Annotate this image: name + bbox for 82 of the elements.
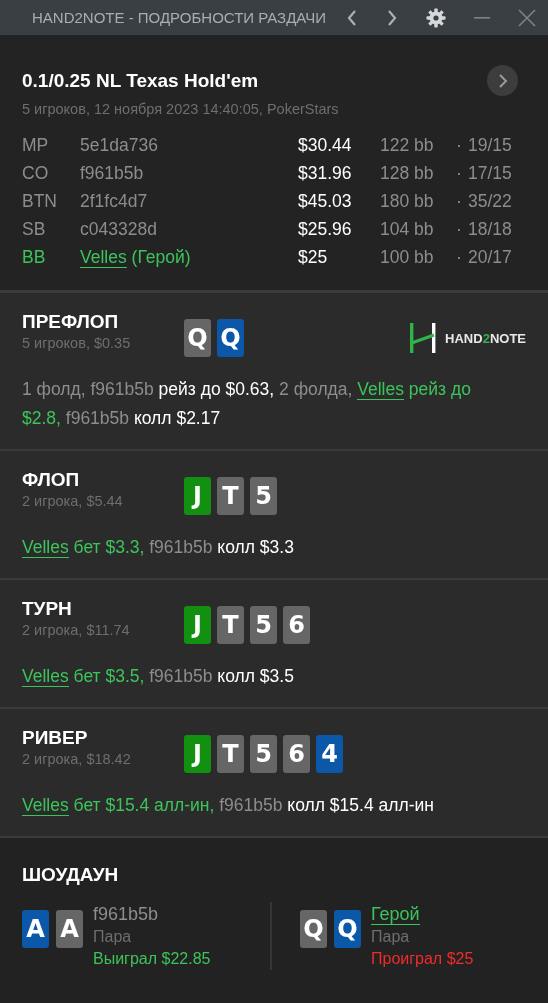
player-stats: 35/22: [468, 191, 513, 212]
player-stats: 18/18: [468, 219, 513, 240]
playing-card: 5: [250, 477, 277, 515]
next-hand-button[interactable]: [487, 65, 518, 96]
playing-card: 5: [250, 735, 277, 773]
player-link[interactable]: Герой: [371, 904, 420, 925]
player-link[interactable]: Velles: [22, 666, 69, 687]
street-title: РИВЕР: [22, 727, 89, 749]
playing-card: Q: [334, 910, 361, 948]
next-icon[interactable]: [386, 8, 398, 27]
separator-dot: ·: [455, 191, 463, 212]
window-title: HAND2NOTE - ПОДРОБНОСТИ РАЗДАЧИ: [32, 9, 326, 26]
player-position: BTN: [22, 191, 58, 212]
player-position: CO: [22, 163, 50, 184]
settings-icon[interactable]: [426, 7, 446, 28]
hand-combination: Пара: [93, 927, 133, 947]
player-position: SB: [22, 219, 47, 240]
playing-card: T: [217, 477, 244, 515]
stack-amount: $31.96: [298, 163, 353, 184]
player-link[interactable]: Velles: [357, 379, 404, 400]
player-stats: 19/15: [468, 135, 513, 156]
player-name: f961b5b: [93, 903, 160, 926]
stack-bb: 122 bb: [380, 135, 435, 156]
street-title: ТУРН: [22, 598, 73, 620]
separator-dot: ·: [455, 219, 463, 240]
stack-amount: $25.96: [298, 219, 353, 240]
player-position: BB: [22, 247, 47, 268]
street-info: 2 игрока, $11.74: [22, 622, 131, 638]
playing-card: 6: [283, 735, 310, 773]
player-name: f961b5b: [80, 163, 145, 184]
separator-dot: ·: [455, 135, 463, 156]
playing-card: 6: [283, 606, 310, 644]
stack-bb: 128 bb: [380, 163, 435, 184]
hand-result: Проиграл $25: [371, 949, 474, 969]
street-title: ФЛОП: [22, 469, 81, 491]
action-line: 1 фолд, f961b5b рейз до $0.63, 2 фолда, Velles рейз до $2.8, f961b5b колл $2.17: [22, 378, 472, 430]
action-line: Velles бет $3.3, f961b5b колл $3.3: [22, 536, 295, 560]
playing-card: J: [184, 477, 211, 515]
player-link[interactable]: Velles: [80, 247, 127, 268]
player-name: 5e1da736: [80, 135, 159, 156]
action-line: Velles бет $3.5, f961b5b колл $3.5: [22, 665, 295, 689]
hand-result: Выиграл $22.85: [93, 949, 211, 969]
player-name: Velles (Герой): [80, 247, 192, 268]
stack-bb: 100 bb: [380, 247, 435, 268]
street-info: 2 игрока, $18.42: [22, 751, 132, 767]
action-line: Velles бет $15.4 алл-ин, f961b5b колл $15.4 алл-ин: [22, 794, 435, 818]
separator-dot: ·: [455, 163, 463, 184]
playing-card: Q: [300, 910, 327, 948]
playing-card: A: [56, 910, 83, 948]
stack-bb: 180 bb: [380, 191, 435, 212]
playing-card: 4: [316, 735, 343, 773]
stack-amount: $25: [298, 247, 329, 268]
player-link[interactable]: Velles: [22, 537, 69, 558]
street-info: 5 игроков, $0.35: [22, 335, 132, 351]
playing-card: J: [184, 606, 211, 644]
close-icon[interactable]: [518, 8, 536, 27]
player-position: MP: [22, 135, 50, 156]
playing-card: Q: [184, 319, 211, 357]
hand-combination: Пара: [371, 927, 411, 947]
player-stats: 17/15: [468, 163, 513, 184]
player-name: 2f1fc4d7: [80, 191, 149, 212]
hand-title: 0.1/0.25 NL Texas Hold'em: [22, 69, 259, 92]
playing-card: J: [184, 735, 211, 773]
showdown-title: ШОУДАУН: [22, 864, 120, 886]
stack-amount: $30.44: [298, 135, 353, 156]
player-stats: 20/17: [468, 247, 513, 268]
player-name: c043328d: [80, 219, 158, 240]
playing-card: T: [217, 735, 244, 773]
street-info: 2 игрока, $5.44: [22, 493, 124, 509]
chevron-right-icon: [497, 73, 508, 88]
hand-subtitle: 5 игроков, 12 ноября 2023 14:40:05, PokerStars: [22, 101, 340, 117]
hand2note-logo: HAND2NOTE: [409, 311, 526, 353]
playing-card: T: [217, 606, 244, 644]
stack-bb: 104 bb: [380, 219, 435, 240]
playing-card: A: [22, 910, 49, 948]
previous-icon[interactable]: [346, 8, 358, 27]
player-link[interactable]: Velles: [22, 795, 69, 816]
playing-card: 5: [250, 606, 277, 644]
stack-amount: $45.03: [298, 191, 353, 212]
playing-card: Q: [217, 319, 244, 357]
separator-dot: ·: [455, 247, 463, 268]
street-title: ПРЕФЛОП: [22, 311, 120, 333]
